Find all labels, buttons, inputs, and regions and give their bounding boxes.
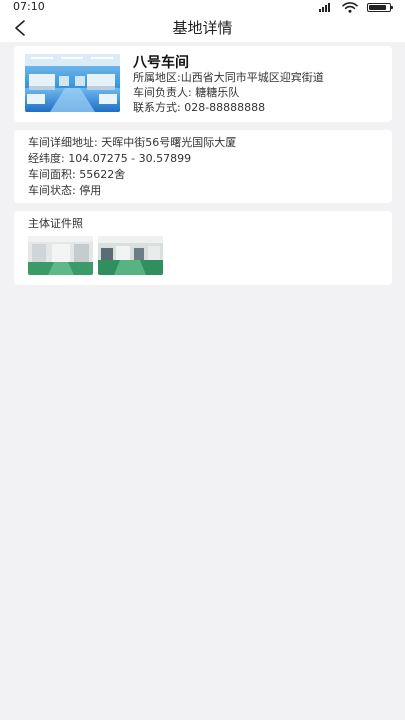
battery-level	[369, 4, 386, 10]
nav-bar: 基地详情	[0, 14, 405, 42]
area-text: 车间面积: 55622舍	[28, 168, 126, 181]
region-text: 所属地区:山西省大同市平城区迎宾街道	[133, 71, 324, 84]
status-bar: 07:10	[0, 0, 405, 14]
contact-text: 联系方式: 028-88888888	[133, 101, 266, 114]
workshop-summary-card: 八号车间 所属地区:山西省大同市平城区迎宾街道 车间负责人: 糖糖乐队 联系方式…	[14, 46, 392, 122]
manager-text: 车间负责人: 糖糖乐队	[133, 86, 240, 99]
status-time: 07:10	[13, 0, 45, 13]
status-icons	[319, 1, 393, 13]
workshop-photo	[25, 54, 120, 112]
wifi-icon	[342, 1, 358, 13]
battery-icon	[367, 2, 393, 12]
license-title: 主体证件照	[28, 217, 83, 230]
workshop-details-card: 车间详细地址: 天晖中街56号曙光国际大厦 经纬度: 104.07275 - 3…	[14, 130, 392, 203]
page-title: 基地详情	[172, 19, 233, 37]
signal-icon	[319, 2, 333, 12]
address-text: 车间详细地址: 天晖中街56号曙光国际大厦	[28, 136, 237, 149]
status-text: 车间状态: 停用	[28, 184, 102, 197]
coordinates-text: 经纬度: 104.07275 - 30.57899	[28, 152, 192, 165]
workshop-name: 八号车间	[133, 55, 189, 71]
license-photo-2[interactable]	[98, 236, 163, 275]
license-card: 主体证件照	[14, 211, 392, 285]
license-photo-1[interactable]	[28, 236, 93, 275]
